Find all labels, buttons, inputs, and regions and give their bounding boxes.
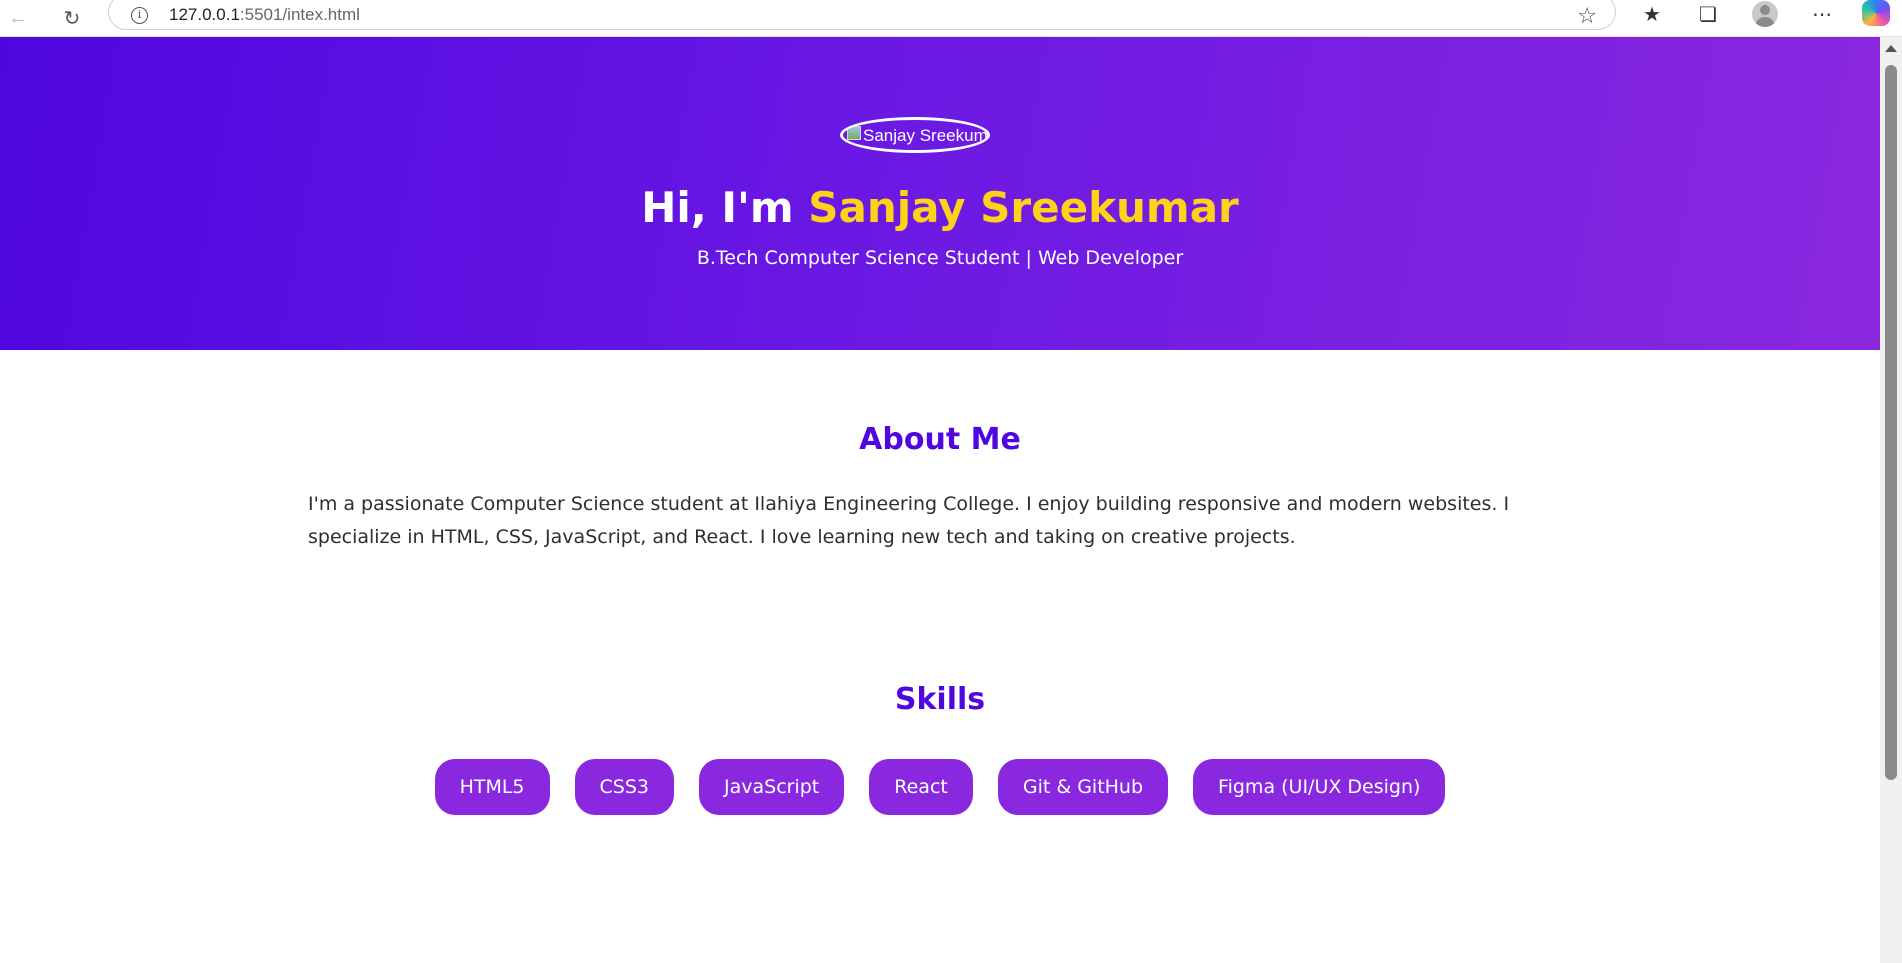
hero-title: Hi, I'm Sanjay Sreekumar xyxy=(0,187,1880,229)
skills-title: Skills xyxy=(894,682,986,717)
address-bar[interactable]: i 127.0.0.1:5501/intex.html ☆ xyxy=(108,0,1616,30)
info-icon[interactable]: i xyxy=(131,7,148,24)
broken-image-icon xyxy=(847,126,861,140)
skill-pill-git-github: Git & GitHub xyxy=(997,759,1169,815)
hero-subtitle: B.Tech Computer Science Student | Web De… xyxy=(696,247,1184,269)
skill-pill-javascript: JavaScript xyxy=(699,759,845,815)
skill-pill-react: React xyxy=(869,759,973,815)
skills-list: HTML5 CSS3 JavaScript React Git & GitHub… xyxy=(0,759,1880,815)
copilot-icon[interactable] xyxy=(1862,0,1890,26)
vertical-scrollbar[interactable] xyxy=(1880,37,1902,963)
skill-pill-figma: Figma (UI/UX Design) xyxy=(1193,759,1446,815)
hero-name: Sanjay Sreekumar xyxy=(808,183,1239,232)
browser-toolbar: ← ↻ i 127.0.0.1:5501/intex.html ☆ ★ ❏ ⋯ xyxy=(0,0,1902,37)
profile-avatar-icon[interactable] xyxy=(1752,1,1778,27)
skill-pill-html5: HTML5 xyxy=(434,759,550,815)
about-text: I'm a passionate Computer Science studen… xyxy=(308,493,1510,548)
skill-pill-css3: CSS3 xyxy=(574,759,675,815)
about-title: About Me xyxy=(859,422,1021,457)
back-arrow-icon[interactable]: ← xyxy=(4,4,32,32)
url-path: :5501/intex.html xyxy=(239,5,360,24)
collections-icon[interactable]: ❏ xyxy=(1690,0,1726,28)
page-content: Sanjay Sreekumar Hi, I'm Sanjay Sreekuma… xyxy=(0,37,1880,963)
url-host: 127.0.0.1 xyxy=(169,5,240,24)
scroll-up-arrow-icon[interactable] xyxy=(1885,45,1897,52)
reload-icon[interactable]: ↻ xyxy=(58,4,86,32)
profile-image-alt: Sanjay Sreekumar xyxy=(863,126,990,145)
more-options-icon[interactable]: ⋯ xyxy=(1804,0,1840,28)
favorites-icon[interactable]: ★ xyxy=(1634,0,1670,28)
hero-header: Sanjay Sreekumar Hi, I'm Sanjay Sreekuma… xyxy=(0,37,1880,350)
profile-image: Sanjay Sreekumar xyxy=(840,117,990,153)
favorite-star-icon[interactable]: ☆ xyxy=(1577,3,1597,29)
url-text[interactable]: 127.0.0.1:5501/intex.html xyxy=(169,5,360,25)
scrollbar-thumb[interactable] xyxy=(1885,65,1897,780)
hero-greeting: Hi, I'm xyxy=(641,183,809,232)
